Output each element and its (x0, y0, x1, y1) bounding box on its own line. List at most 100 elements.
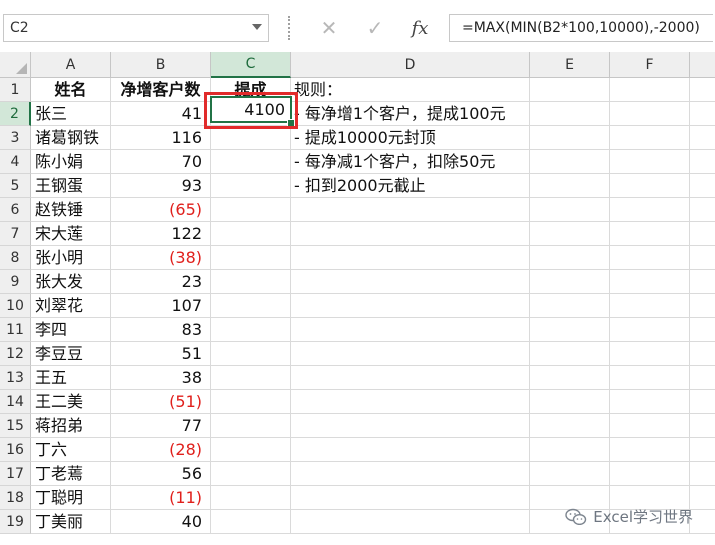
check-icon[interactable]: ✓ (358, 14, 392, 42)
row-header[interactable]: 13 (0, 366, 31, 390)
cell[interactable] (690, 462, 715, 486)
cell[interactable] (610, 126, 690, 150)
cell[interactable] (610, 174, 690, 198)
header-cell-net[interactable]: 净增客户数 (111, 78, 211, 102)
name-cell[interactable]: 丁老蔫 (31, 462, 111, 486)
cell[interactable] (530, 342, 610, 366)
column-header-d[interactable]: D (291, 52, 530, 78)
net-customers-cell[interactable]: 70 (111, 150, 211, 174)
cell[interactable] (690, 126, 715, 150)
row-header[interactable]: 9 (0, 270, 31, 294)
cell[interactable] (610, 318, 690, 342)
cell[interactable] (610, 246, 690, 270)
commission-cell[interactable] (211, 510, 291, 534)
cell[interactable] (530, 390, 610, 414)
cell[interactable] (291, 198, 530, 222)
row-header[interactable]: 7 (0, 222, 31, 246)
cell[interactable] (530, 366, 610, 390)
name-cell[interactable]: 蒋招弟 (31, 414, 111, 438)
cell[interactable] (690, 438, 715, 462)
cell[interactable] (690, 390, 715, 414)
cell[interactable] (291, 486, 530, 510)
cell[interactable] (690, 414, 715, 438)
commission-cell[interactable] (211, 294, 291, 318)
fx-icon[interactable]: fx (403, 14, 437, 42)
commission-cell[interactable] (211, 270, 291, 294)
cell[interactable] (610, 390, 690, 414)
row-header[interactable]: 8 (0, 246, 31, 270)
name-cell[interactable]: 诸葛钢铁 (31, 126, 111, 150)
cell[interactable] (291, 390, 530, 414)
net-customers-cell[interactable]: (65) (111, 198, 211, 222)
name-cell[interactable]: 张三 (31, 102, 111, 126)
column-header-g[interactable] (690, 52, 715, 78)
row-header[interactable]: 5 (0, 174, 31, 198)
net-customers-cell[interactable]: 122 (111, 222, 211, 246)
commission-cell[interactable] (211, 390, 291, 414)
cell[interactable] (610, 102, 690, 126)
chevron-down-icon[interactable] (252, 24, 262, 30)
cell[interactable] (610, 342, 690, 366)
cell[interactable] (530, 222, 610, 246)
net-customers-cell[interactable]: 51 (111, 342, 211, 366)
name-cell[interactable]: 赵铁锤 (31, 198, 111, 222)
net-customers-cell[interactable]: 93 (111, 174, 211, 198)
net-customers-cell[interactable]: 116 (111, 126, 211, 150)
name-cell[interactable]: 李四 (31, 318, 111, 342)
row-header[interactable]: 17 (0, 462, 31, 486)
column-header-f[interactable]: F (610, 52, 690, 78)
cell[interactable] (530, 246, 610, 270)
name-cell[interactable]: 刘翠花 (31, 294, 111, 318)
commission-cell[interactable] (211, 198, 291, 222)
cell[interactable] (610, 270, 690, 294)
header-cell-name[interactable]: 姓名 (31, 78, 111, 102)
formula-input[interactable]: =MAX(MIN(B2*100,10000),-2000) (449, 14, 713, 42)
row-header[interactable]: 19 (0, 510, 31, 534)
cell[interactable] (690, 342, 715, 366)
name-cell[interactable]: 丁六 (31, 438, 111, 462)
cell[interactable] (690, 366, 715, 390)
name-cell[interactable]: 张小明 (31, 246, 111, 270)
row-header[interactable]: 10 (0, 294, 31, 318)
cell[interactable] (291, 414, 530, 438)
cell[interactable] (690, 510, 715, 534)
name-cell[interactable]: 王钢蛋 (31, 174, 111, 198)
row-header[interactable]: 14 (0, 390, 31, 414)
cell[interactable] (690, 102, 715, 126)
net-customers-cell[interactable]: 83 (111, 318, 211, 342)
net-customers-cell[interactable]: (11) (111, 486, 211, 510)
cell[interactable] (291, 510, 530, 534)
cell[interactable] (530, 270, 610, 294)
column-header-a[interactable]: A (31, 52, 111, 78)
name-cell[interactable]: 王二美 (31, 390, 111, 414)
net-customers-cell[interactable]: 56 (111, 462, 211, 486)
commission-cell[interactable] (211, 462, 291, 486)
cell[interactable] (690, 78, 715, 102)
select-all-button[interactable] (0, 52, 31, 78)
row-header[interactable]: 15 (0, 414, 31, 438)
cell[interactable] (530, 78, 610, 102)
name-box[interactable]: C2 (3, 14, 269, 42)
cell[interactable] (291, 294, 530, 318)
commission-cell[interactable] (211, 246, 291, 270)
cell[interactable] (690, 486, 715, 510)
net-customers-cell[interactable]: (38) (111, 246, 211, 270)
cell[interactable] (690, 150, 715, 174)
commission-cell[interactable] (211, 486, 291, 510)
cell[interactable] (530, 198, 610, 222)
net-customers-cell[interactable]: (51) (111, 390, 211, 414)
cell[interactable] (291, 246, 530, 270)
cell[interactable] (530, 438, 610, 462)
commission-cell[interactable] (211, 150, 291, 174)
cell[interactable] (610, 294, 690, 318)
name-cell[interactable]: 张大发 (31, 270, 111, 294)
cell[interactable] (530, 294, 610, 318)
cell[interactable] (530, 174, 610, 198)
net-customers-cell[interactable]: 40 (111, 510, 211, 534)
net-customers-cell[interactable]: 107 (111, 294, 211, 318)
cell[interactable] (530, 150, 610, 174)
cell[interactable] (530, 414, 610, 438)
cell[interactable] (610, 150, 690, 174)
column-header-b[interactable]: B (111, 52, 211, 78)
row-header[interactable]: 1 (0, 78, 31, 102)
